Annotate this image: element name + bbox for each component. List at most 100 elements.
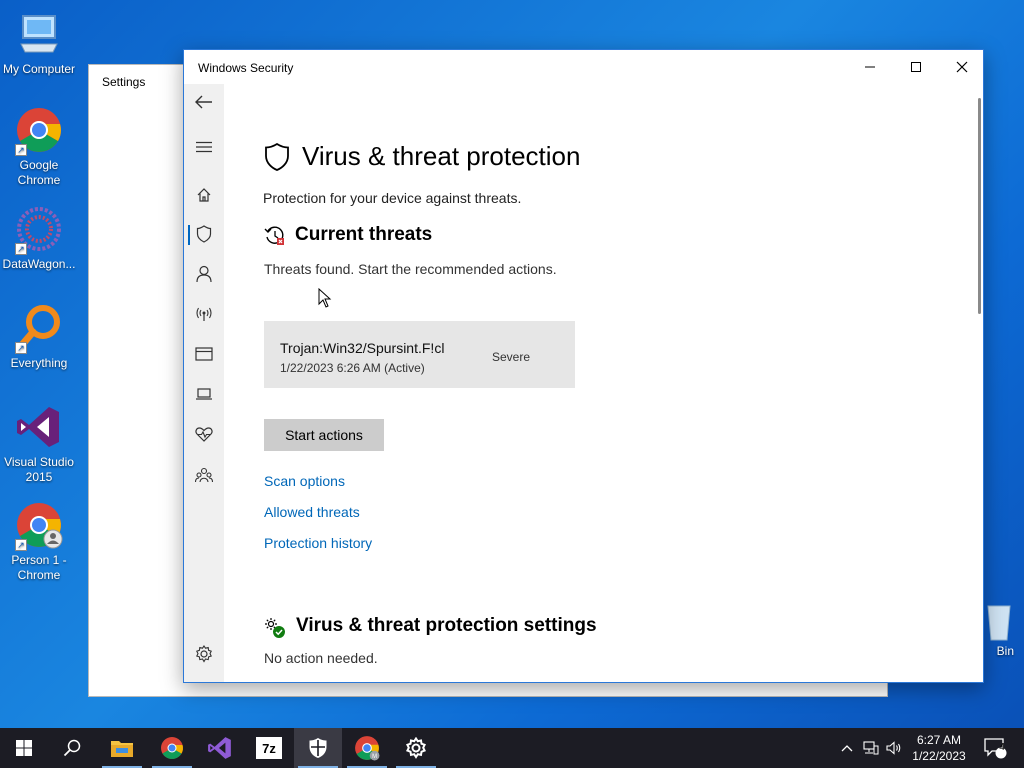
settings-window-title: Settings: [102, 75, 146, 89]
windows-security-window[interactable]: Windows Security Virus & threat protecti…: [183, 49, 984, 683]
window-title: Windows Security: [198, 61, 294, 75]
desktop-icon-label: My Computer: [2, 62, 76, 76]
minimize-button[interactable]: [847, 50, 893, 84]
taskbar-windows-security[interactable]: [294, 728, 342, 768]
recycle-bin-icon: [987, 605, 1011, 641]
volume-icon: [886, 741, 901, 755]
everything-icon: ↗: [15, 304, 63, 354]
settings-check-icon: [265, 618, 285, 638]
close-icon: [956, 61, 968, 73]
clock-time: 6:27 AM: [916, 733, 962, 747]
shield-icon: [196, 225, 212, 243]
svg-text:7z: 7z: [262, 741, 276, 756]
svg-text:M: M: [372, 754, 377, 760]
nav-account-protection[interactable]: [184, 259, 224, 289]
settings-icon: [406, 737, 426, 759]
protection-history-link[interactable]: Protection history: [264, 535, 372, 551]
shortcut-arrow-icon: ↗: [15, 539, 27, 551]
menu-icon: [196, 141, 212, 153]
taskbar-clock[interactable]: 6:27 AM 1/22/2023: [904, 732, 974, 764]
protection-settings-status: No action needed.: [264, 650, 378, 666]
volume-button[interactable]: [883, 728, 905, 768]
clock-date: 1/22/2023: [912, 749, 966, 763]
title-bar[interactable]: Windows Security: [184, 50, 983, 84]
visual-studio-icon: [15, 403, 63, 451]
recycle-bin-label: Bin: [996, 644, 1014, 658]
nav-app-browser[interactable]: [184, 339, 224, 369]
chrome-icon: [161, 737, 183, 759]
taskbar-chrome-profile[interactable]: M: [343, 728, 391, 768]
threat-history-icon: [264, 226, 284, 245]
taskbar-file-explorer[interactable]: [98, 728, 146, 768]
taskbar-chrome[interactable]: [148, 728, 196, 768]
nav-virus-protection[interactable]: [184, 219, 224, 249]
desktop-icon-label: Everything: [10, 356, 68, 370]
search-icon: [63, 739, 81, 757]
nav-home[interactable]: [184, 180, 224, 210]
desktop-icon-datawagon[interactable]: ↗ DataWagon...: [2, 205, 76, 272]
close-button[interactable]: [939, 50, 985, 84]
maximize-button[interactable]: [893, 50, 939, 84]
notification-count: 4: [999, 742, 1005, 753]
search-button[interactable]: [48, 728, 96, 768]
shortcut-arrow-icon: ↗: [15, 144, 27, 156]
protection-settings-heading: Virus & threat protection settings: [296, 615, 597, 636]
nav-rail: [184, 84, 224, 682]
back-button[interactable]: [184, 87, 224, 117]
current-threats-heading: Current threats: [295, 224, 433, 245]
threat-card[interactable]: Trojan:Win32/Spursint.F!cl 1/22/2023 6:2…: [264, 321, 575, 388]
scan-options-link[interactable]: Scan options: [264, 473, 345, 489]
settings-icon: [196, 645, 212, 663]
account-icon: [196, 265, 212, 283]
chrome-icon: ↗: [15, 106, 63, 156]
chrome-profile-icon: M: [355, 736, 380, 761]
desktop-icon-label: Google Chrome: [17, 158, 61, 187]
family-icon: [195, 467, 213, 483]
threat-name: Trojan:Win32/Spursint.F!cl: [280, 340, 445, 356]
taskbar-visual-studio[interactable]: [196, 728, 244, 768]
nav-device-security[interactable]: [184, 379, 224, 409]
nav-device-health[interactable]: [184, 419, 224, 449]
start-icon: [16, 740, 32, 756]
network-icon: [863, 741, 879, 755]
start-actions-button[interactable]: Start actions: [264, 419, 384, 451]
maximize-icon: [911, 62, 921, 72]
nav-firewall[interactable]: [184, 299, 224, 329]
chrome-profile-icon: ↗: [15, 501, 63, 551]
desktop-icon-everything[interactable]: ↗ Everything: [2, 304, 76, 371]
taskbar-7zip[interactable]: 7z: [245, 728, 293, 768]
device-security-icon: [196, 388, 212, 400]
desktop-icon-label: Person 1 - Chrome: [11, 553, 67, 582]
minimize-icon: [865, 66, 875, 68]
desktop-icon-label: DataWagon...: [2, 257, 76, 271]
scrollbar[interactable]: [978, 98, 981, 314]
menu-button[interactable]: [184, 132, 224, 162]
desktop-icon-person-chrome[interactable]: ↗ Person 1 - Chrome: [2, 501, 76, 583]
threat-severity: Severe: [492, 350, 531, 364]
taskbar-settings[interactable]: [392, 728, 440, 768]
desktop-icon-visual-studio[interactable]: Visual Studio 2015: [2, 403, 76, 485]
back-icon: [195, 95, 212, 109]
desktop-icon-my-computer[interactable]: My Computer: [2, 10, 76, 77]
allowed-threats-link[interactable]: Allowed threats: [264, 504, 360, 520]
network-button[interactable]: [860, 728, 882, 768]
visual-studio-icon: [208, 737, 231, 759]
page-subtitle: Protection for your device against threa…: [263, 190, 522, 206]
mouse-cursor-icon: [318, 288, 332, 308]
start-button[interactable]: [0, 728, 48, 768]
device-health-icon: [195, 427, 213, 442]
desktop-icon-label: Visual Studio 2015: [4, 455, 74, 484]
windows-security-icon: [309, 738, 327, 758]
file-explorer-icon: [111, 741, 133, 757]
shortcut-arrow-icon: ↗: [15, 342, 27, 354]
computer-icon: [15, 10, 63, 58]
threat-date: 1/22/2023 6:26 AM (Active): [280, 361, 425, 375]
home-icon: [197, 188, 211, 202]
firewall-icon: [196, 307, 212, 321]
action-center-button[interactable]: 4: [978, 728, 1012, 768]
desktop-icon-google-chrome[interactable]: ↗ Google Chrome: [2, 106, 76, 188]
nav-settings[interactable]: [184, 639, 224, 669]
nav-family-options[interactable]: [184, 460, 224, 490]
show-hidden-icons-button[interactable]: [836, 728, 858, 768]
main-content: Virus & threat protection Protection for…: [224, 84, 971, 682]
